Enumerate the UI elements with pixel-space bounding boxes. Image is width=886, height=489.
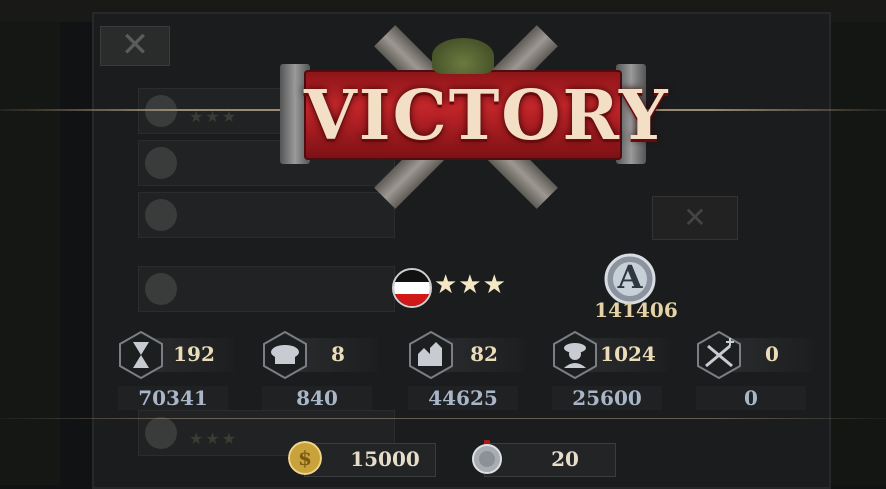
soldier-icon [553,330,597,380]
stat-value: 192 [173,342,215,366]
background-row [138,266,395,312]
medal-reward-value: 20 [551,447,579,471]
star-rating: ★★★ [434,270,507,300]
svg-text:$: $ [298,446,312,470]
stat-value: 1024 [600,342,656,366]
coin-reward: 15000 [304,443,436,477]
coin-reward-value: 15000 [350,447,420,471]
background-left-map [0,22,60,485]
stat-buildings: 82 44625 [408,330,528,410]
stat-value: 8 [331,342,345,366]
stat-hourglass: 192 70341 [118,330,238,410]
hourglass-icon [119,330,163,380]
buildings-icon [409,330,453,380]
victory-banner: VICTORY [276,14,670,220]
stat-subvalue: 70341 [118,386,228,410]
gold-coin-icon: $ [288,441,322,475]
stat-officer: 8 840 [262,330,382,410]
stat-subvalue: 840 [262,386,372,410]
helmet-icon [432,38,494,74]
background-crossed-swords-button: ✕ [652,196,738,240]
silver-medal-icon [472,440,502,474]
stat-value: 82 [470,342,498,366]
stat-medical: 0 0 [696,330,816,410]
stat-subvalue: 25600 [552,386,662,410]
medal-letter: A [617,258,643,296]
background-right-map [826,22,886,485]
background-close-button: ✕ [100,26,170,66]
medal-reward: 20 [484,443,616,477]
crossed-rifles-icon [697,330,741,380]
player-flag-icon [392,268,432,308]
stat-soldiers: 1024 25600 [552,330,672,410]
divider-bottom [0,418,886,419]
officer-cap-icon [263,330,307,380]
score-value: 141406 [594,298,678,322]
victory-title: VICTORY [304,76,670,156]
stat-subvalue: 0 [696,386,806,410]
stat-value: 0 [765,342,779,366]
stat-subvalue: 44625 [408,386,518,410]
